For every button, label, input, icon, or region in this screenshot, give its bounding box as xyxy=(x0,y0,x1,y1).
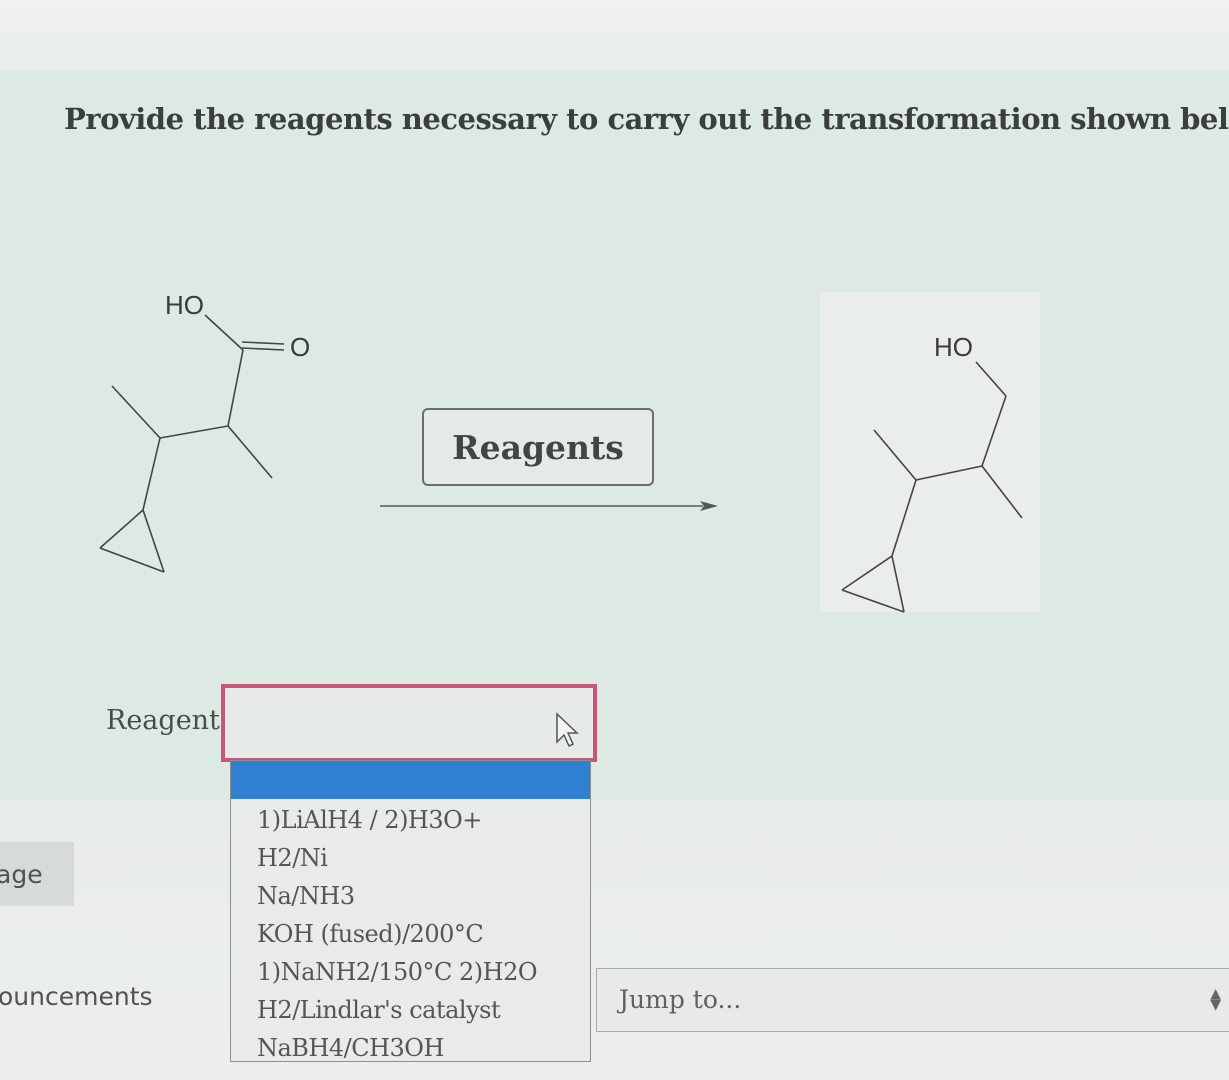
reactant-hydroxyl-label: HO xyxy=(165,290,204,320)
dropdown-option[interactable]: NaBH4/CH3OH xyxy=(257,1029,537,1067)
reagent-select[interactable] xyxy=(221,684,597,762)
updown-chevron-icon: ▲ ▼ xyxy=(1210,986,1221,1013)
product-structure: HO xyxy=(820,292,1040,613)
reactant-structure: HO O xyxy=(80,260,380,600)
nav-item-page-label: age xyxy=(0,860,43,889)
mouse-cursor-icon xyxy=(556,712,579,748)
reaction-arrow xyxy=(380,501,718,511)
nav-item-page[interactable]: age xyxy=(0,842,74,906)
nav-item-announcements[interactable]: ouncements xyxy=(0,982,153,1011)
product-hydroxyl-label: HO xyxy=(934,332,973,362)
product-bonds xyxy=(841,361,1023,613)
dropdown-option-list: 1)LiAlH4 / 2)H3O+ H2/Ni Na/NH3 KOH (fuse… xyxy=(257,801,538,1067)
jump-to-select[interactable]: Jump to... ▲ ▼ xyxy=(596,968,1229,1032)
reactant-bonds xyxy=(99,314,285,573)
dropdown-option[interactable]: 1)NaNH2/150°C 2)H2O xyxy=(257,953,538,991)
dropdown-option-blank-highlighted[interactable] xyxy=(231,761,590,799)
reagents-box: Reagents xyxy=(422,408,654,486)
dropdown-option[interactable]: H2/Lindlar's catalyst xyxy=(257,991,537,1029)
dropdown-option[interactable]: 1)LiAlH4 / 2)H3O+ xyxy=(257,801,537,839)
jump-to-label: Jump to... xyxy=(619,985,742,1014)
dropdown-option[interactable]: KOH (fused)/200°C xyxy=(257,915,537,953)
dropdown-option[interactable]: H2/Ni xyxy=(257,839,537,877)
reagent-label: Reagent xyxy=(106,705,220,736)
question-text: Provide the reagents necessary to carry … xyxy=(64,102,1229,136)
reactant-carbonyl-oxygen-label: O xyxy=(290,332,311,362)
dropdown-option[interactable]: Na/NH3 xyxy=(257,877,537,915)
reagent-dropdown[interactable]: 1)LiAlH4 / 2)H3O+ H2/Ni Na/NH3 KOH (fuse… xyxy=(230,760,591,1062)
